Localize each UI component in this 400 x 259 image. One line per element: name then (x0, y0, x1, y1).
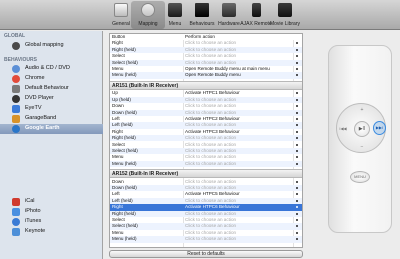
action-menu-icon[interactable] (296, 187, 298, 189)
graduation-cap-icon (195, 3, 209, 17)
music-icon (12, 218, 20, 226)
button-name-cell: Menu (held) (112, 236, 137, 242)
action-menu-icon[interactable] (296, 199, 298, 202)
switch-icon (114, 3, 128, 17)
sidebar-item-default-behaviour[interactable]: Default Behaviour (0, 84, 103, 94)
sidebar-item-global-mapping[interactable]: Global mapping (0, 41, 103, 51)
earth-icon (12, 125, 20, 133)
action-menu-icon[interactable] (296, 238, 298, 241)
disc-icon (12, 65, 20, 73)
action-cell[interactable]: Click to choose an action (185, 161, 293, 167)
action-menu-icon[interactable] (296, 206, 298, 209)
play-pause-button[interactable]: ▶II (354, 121, 370, 137)
sidebar-item-iphoto[interactable]: iPhoto (0, 207, 103, 217)
guitar-icon (12, 115, 20, 123)
action-menu-icon[interactable] (296, 42, 298, 45)
sidebar-item-eyetv[interactable]: EyeTV (0, 104, 103, 114)
phone-icon (252, 3, 261, 17)
sidebar-item-keynote[interactable]: Keynote (0, 227, 103, 237)
action-menu-icon[interactable] (296, 55, 298, 58)
table-row[interactable]: Menu (held) Click to choose an action (110, 160, 302, 168)
table-row[interactable]: Menu (held) Open Remote Buddy menu (110, 72, 302, 79)
remote-wheel: + − I◀◀ ▶II ▶▶I (336, 103, 386, 153)
sidebar: GLOBAL Global mapping BEHAVIOURS Audio &… (0, 31, 103, 259)
globe-icon (12, 42, 20, 50)
chrome-icon (12, 75, 20, 83)
action-menu-icon[interactable] (296, 137, 298, 140)
action-menu-icon[interactable] (296, 162, 298, 165)
action-menu-icon[interactable] (296, 156, 298, 159)
remote-preview-panel: + − I◀◀ ▶II ▶▶I MENU (310, 33, 400, 248)
action-menu-icon[interactable] (296, 193, 298, 196)
photo-icon (12, 208, 20, 216)
previous-icon[interactable]: I◀◀ (338, 126, 348, 132)
action-menu-icon[interactable] (296, 68, 298, 70)
button-name-cell: Menu (held) (112, 160, 137, 166)
sidebar-behaviours-header: BEHAVIOURS (4, 57, 37, 63)
action-menu-icon[interactable] (296, 111, 298, 114)
action-menu-icon[interactable] (296, 124, 298, 127)
eyetv-icon (12, 105, 20, 113)
menu-icon (168, 3, 182, 17)
mapping-icon (141, 3, 155, 17)
next-button-highlighted[interactable]: ▶▶I (373, 121, 386, 135)
calendar-icon (12, 198, 20, 206)
action-menu-icon[interactable] (296, 130, 298, 133)
table-row[interactable]: Menu (held) Click to choose an action (110, 236, 302, 243)
action-menu-icon[interactable] (296, 61, 298, 64)
device-group-header: AR151 (Built-In IR Receiver) (110, 80, 302, 90)
action-menu-icon[interactable] (296, 225, 298, 228)
apple-remote: + − I◀◀ ▶II ▶▶I MENU (328, 45, 392, 233)
volume-down-icon[interactable]: − (359, 144, 365, 150)
action-menu-icon[interactable] (296, 74, 298, 77)
sidebar-item-dvd-player[interactable]: DVD Player (0, 94, 103, 104)
sidebar-item-ical[interactable]: iCal (0, 197, 103, 207)
toolbar-movie-library-button[interactable]: Movie Library (268, 1, 302, 29)
volume-up-icon[interactable]: + (359, 107, 365, 113)
chip-icon (222, 3, 236, 17)
film-icon (278, 3, 292, 17)
toolbar: General Mapping Menu Behaviours Hardware… (0, 0, 400, 30)
device-group-header: AR152 (Built-In IR Receiver) (110, 169, 302, 179)
action-menu-icon[interactable] (296, 117, 298, 120)
sidebar-global-header: GLOBAL (4, 33, 26, 39)
action-menu-icon[interactable] (296, 212, 298, 215)
action-cell[interactable]: Open Remote Buddy menu (185, 72, 293, 78)
sidebar-item-audio-cd-dvd[interactable]: Audio & CD / DVD (0, 64, 103, 74)
sidebar-item-chrome[interactable]: Chrome (0, 74, 103, 84)
mapping-table[interactable]: Button Perform action Right Click to choo… (109, 33, 303, 248)
dvd-player-icon (12, 95, 20, 103)
sidebar-item-itunes[interactable]: iTunes (0, 217, 103, 227)
sidebar-item-google-earth[interactable]: Google Earth (0, 124, 103, 134)
button-name-cell: Menu (held) (112, 72, 137, 78)
app-window: General Mapping Menu Behaviours Hardware… (0, 0, 400, 259)
action-menu-icon[interactable] (296, 149, 298, 152)
action-cell[interactable]: Click to choose an action (185, 236, 293, 242)
default-behaviour-icon (12, 85, 20, 93)
action-menu-icon[interactable] (296, 105, 298, 108)
action-menu-icon[interactable] (296, 219, 298, 221)
sidebar-item-garageband[interactable]: GarageBand (0, 114, 103, 124)
remote-menu-button[interactable]: MENU (350, 171, 370, 183)
action-menu-icon[interactable] (296, 48, 298, 51)
action-menu-icon[interactable] (296, 143, 298, 146)
keynote-icon (12, 228, 20, 236)
action-menu-icon[interactable] (296, 98, 298, 101)
action-menu-icon[interactable] (296, 231, 298, 234)
action-menu-icon[interactable] (296, 180, 298, 183)
reset-to-defaults-button[interactable]: Reset to defaults (109, 250, 303, 258)
action-menu-icon[interactable] (296, 92, 298, 95)
